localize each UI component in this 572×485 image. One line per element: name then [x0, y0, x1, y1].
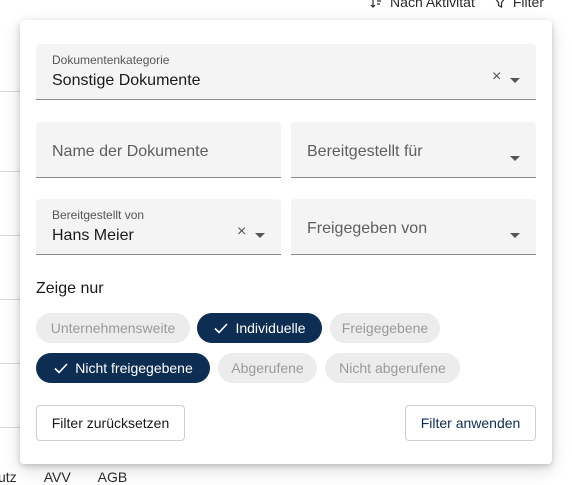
- released-by-placeholder: Freigegeben von: [307, 220, 428, 237]
- provided-by-select[interactable]: Bereitgestellt von Hans Meier ×: [36, 199, 281, 255]
- sort-button[interactable]: Nach Aktivität: [370, 0, 475, 10]
- filter-icon: [495, 0, 505, 8]
- chip-label: Individuelle: [235, 320, 306, 336]
- provided-for-placeholder: Bereitgestellt für: [307, 143, 423, 160]
- chip-individuelle[interactable]: Individuelle: [197, 313, 322, 343]
- document-name-input[interactable]: Name der Dokumente: [36, 122, 281, 178]
- chip-freigegebene[interactable]: Freigegebene: [330, 313, 440, 343]
- provided-for-select[interactable]: Bereitgestellt für: [291, 122, 536, 178]
- check-icon: [214, 323, 229, 334]
- category-label: Dokumentenkategorie: [52, 53, 170, 67]
- reset-filter-label: Filter zurücksetzen: [51, 415, 170, 431]
- provided-by-label: Bereitgestellt von: [52, 208, 145, 222]
- chip-unternehmensweite[interactable]: Unternehmensweite: [36, 313, 190, 343]
- provided-by-value: Hans Meier: [52, 227, 134, 244]
- tab-avv[interactable]: AVV: [44, 469, 71, 485]
- background-divider: [0, 235, 20, 236]
- tab-datenschutz[interactable]: utz: [0, 469, 17, 485]
- released-by-select[interactable]: Freigegeben von: [291, 199, 536, 255]
- background-tabs: utz AVV AGB: [0, 469, 127, 485]
- filter-button[interactable]: Filter: [493, 0, 544, 10]
- clear-icon[interactable]: ×: [237, 224, 246, 240]
- chip-nicht-freigegebene[interactable]: Nicht freigegebene: [36, 353, 210, 383]
- category-value: Sonstige Dokumente: [52, 72, 201, 89]
- filter-panel: Dokumentenkategorie Sonstige Dokumente ×…: [20, 20, 552, 464]
- show-only-title: Zeige nur: [36, 280, 104, 297]
- background-toolbar: Nach Aktivität Filter: [370, 0, 544, 10]
- chip-abgerufene[interactable]: Abgerufene: [218, 353, 317, 383]
- chip-label: Freigegebene: [341, 320, 429, 336]
- sort-icon: [370, 0, 382, 8]
- dropdown-arrow-icon[interactable]: [510, 156, 520, 161]
- tab-agb[interactable]: AGB: [98, 469, 128, 485]
- chip-label: Nicht abgerufene: [339, 360, 446, 376]
- dropdown-arrow-icon[interactable]: [510, 78, 520, 83]
- background-divider: [0, 363, 20, 364]
- chip-label: Nicht freigegebene: [75, 360, 193, 376]
- chip-nicht-abgerufene[interactable]: Nicht abgerufene: [325, 353, 460, 383]
- reset-filter-button[interactable]: Filter zurücksetzen: [36, 405, 185, 441]
- check-icon: [54, 363, 68, 374]
- sort-label: Nach Aktivität: [390, 0, 475, 10]
- dropdown-arrow-icon[interactable]: [255, 233, 265, 238]
- category-select[interactable]: Dokumentenkategorie Sonstige Dokumente ×: [36, 44, 536, 100]
- filter-label: Filter: [512, 0, 544, 10]
- dropdown-arrow-icon[interactable]: [510, 233, 520, 238]
- background-divider: [0, 299, 20, 300]
- apply-filter-label: Filter anwenden: [420, 415, 521, 431]
- background-divider: [0, 91, 20, 92]
- document-name-placeholder: Name der Dokumente: [52, 143, 209, 160]
- chip-label: Unternehmensweite: [50, 320, 176, 336]
- page: Nach Aktivität Filter utz AVV AGB Dokume…: [0, 0, 572, 485]
- background-divider: [0, 171, 20, 172]
- clear-icon[interactable]: ×: [492, 69, 501, 85]
- background-divider: [0, 427, 20, 428]
- apply-filter-button[interactable]: Filter anwenden: [405, 405, 536, 441]
- chip-label: Abgerufene: [231, 360, 304, 376]
